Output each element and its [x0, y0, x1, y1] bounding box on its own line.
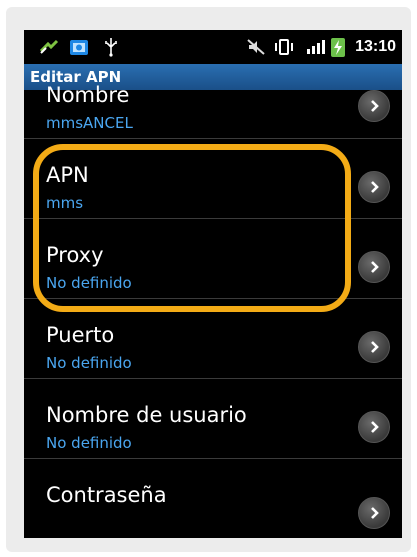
preference-title: Puerto [46, 323, 115, 347]
chevron-right-icon[interactable] [358, 497, 390, 529]
preference-row-apn[interactable]: APN mms [24, 139, 402, 219]
preference-row-nombre-de-usuario[interactable]: Nombre de usuario No definido [24, 379, 402, 459]
preference-title: Nombre [46, 83, 130, 107]
preference-title: Proxy [46, 243, 104, 267]
preference-row-nombre[interactable]: Nombre mmsANCEL [24, 83, 402, 139]
preference-title: Contraseña [46, 483, 167, 507]
preference-summary: mmsANCEL [46, 114, 133, 132]
signal-icon [306, 36, 326, 58]
preference-row-proxy[interactable]: Proxy No definido [24, 219, 402, 299]
preference-summary: No definido [46, 434, 132, 452]
chevron-right-icon[interactable] [358, 251, 390, 283]
preference-summary: No definido [46, 354, 132, 372]
chevron-right-icon[interactable] [358, 331, 390, 363]
vibrate-icon [273, 36, 295, 58]
store-icon [68, 36, 90, 58]
preference-summary: mms [46, 194, 84, 212]
chevron-right-icon[interactable] [358, 90, 390, 122]
preference-title: APN [46, 163, 89, 187]
preference-summary: No definido [46, 274, 132, 292]
chevron-right-icon[interactable] [358, 411, 390, 443]
phone-screen: 13:10 Editar APN Nombre mmsANCEL APN mms… [24, 30, 402, 538]
status-bar: 13:10 [24, 30, 402, 64]
battery-charging-icon [330, 36, 346, 58]
preference-list: Nombre mmsANCEL APN mms Proxy No definid… [24, 83, 402, 538]
preference-row-contrasena[interactable]: Contraseña [24, 459, 402, 538]
preference-row-puerto[interactable]: Puerto No definido [24, 299, 402, 379]
usb-icon [102, 36, 120, 58]
preference-title: Nombre de usuario [46, 403, 247, 427]
usb-tethering-icon [38, 36, 60, 58]
chevron-right-icon[interactable] [358, 171, 390, 203]
mute-icon [245, 36, 267, 58]
status-time: 13:10 [355, 38, 396, 55]
